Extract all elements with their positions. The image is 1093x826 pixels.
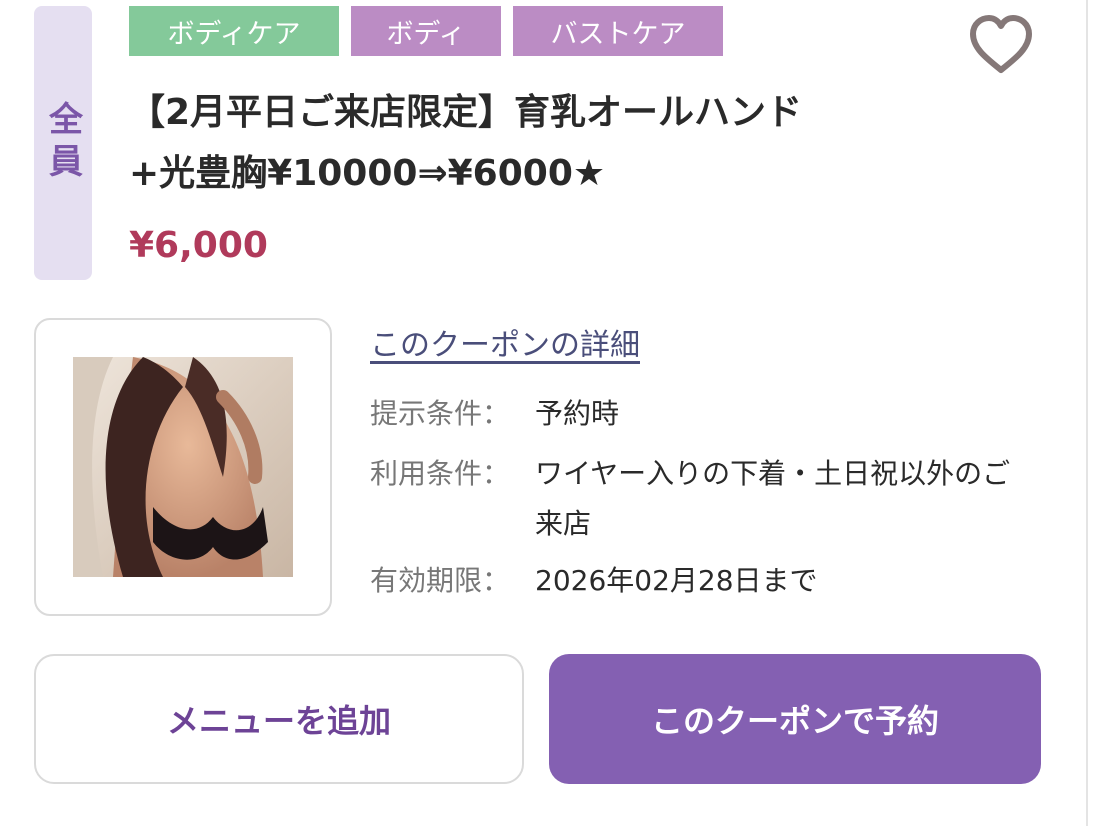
coupon-detail-link[interactable]: このクーポンの詳細 bbox=[370, 320, 640, 364]
presentation-condition-value: 予約時 bbox=[535, 397, 620, 430]
tag-bust-care: バストケア bbox=[513, 6, 723, 56]
usage-condition-value: ワイヤー入りの下着・土日祝以外のご来店 bbox=[535, 457, 1011, 540]
presentation-condition-label: 提示条件： bbox=[370, 397, 511, 430]
target-badge-label: 全員 bbox=[42, 101, 83, 185]
coupon-title-line2: +光豊胸¥10000⇒¥6000★ bbox=[129, 153, 606, 194]
coupon-title: 【2月平日ご来店限定】育乳オールハンド +光豊胸¥10000⇒¥6000★ bbox=[129, 82, 959, 204]
coupon-card: 全員 ボディケア ボディ バストケア 【2月平日ご来店限定】育乳オールハンド +… bbox=[0, 0, 1093, 826]
expiry-label: 有効期限： bbox=[370, 564, 511, 597]
tag-body: ボディ bbox=[351, 6, 501, 56]
add-menu-button[interactable]: メニューを追加 bbox=[34, 654, 524, 784]
reserve-with-coupon-button[interactable]: このクーポンで予約 bbox=[549, 654, 1041, 784]
tag-body-care: ボディケア bbox=[129, 6, 339, 56]
target-badge: 全員 bbox=[34, 6, 92, 280]
presentation-condition-row: 提示条件： 予約時 bbox=[370, 389, 1035, 439]
coupon-image-frame bbox=[34, 318, 332, 616]
coupon-photo bbox=[73, 357, 293, 577]
category-tags: ボディケア ボディ バストケア bbox=[129, 6, 723, 56]
usage-condition-label: 利用条件： bbox=[370, 457, 511, 490]
coupon-price: ¥6,000 bbox=[129, 225, 268, 266]
divider bbox=[1086, 0, 1088, 826]
heart-outline-icon[interactable] bbox=[968, 14, 1034, 76]
usage-condition-row: 利用条件： ワイヤー入りの下着・土日祝以外のご来店 bbox=[370, 449, 1035, 549]
expiry-value: 2026年02月28日まで bbox=[535, 564, 818, 597]
coupon-title-line1: 【2月平日ご来店限定】育乳オールハンド bbox=[129, 92, 803, 133]
expiry-row: 有効期限： 2026年02月28日まで bbox=[370, 556, 1035, 606]
